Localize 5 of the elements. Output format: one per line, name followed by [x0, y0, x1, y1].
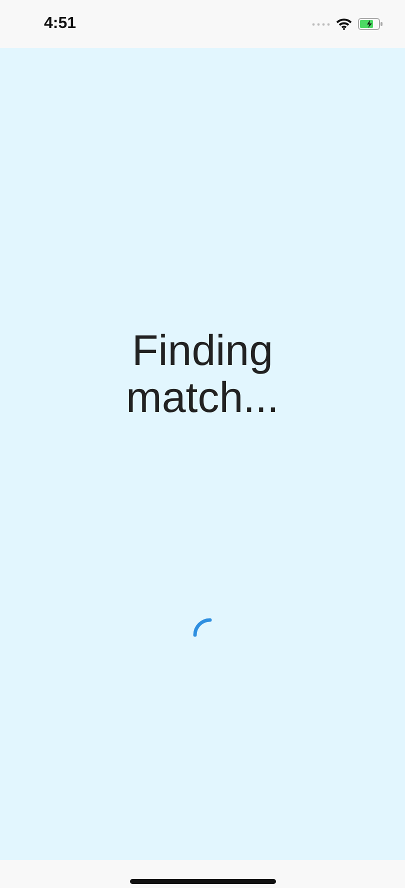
- signal-dots-icon: [312, 22, 330, 26]
- wifi-icon: [336, 18, 352, 30]
- battery-icon: [358, 18, 383, 30]
- status-time: 4:51: [44, 15, 76, 33]
- finding-match-heading: Finding match...: [125, 328, 280, 422]
